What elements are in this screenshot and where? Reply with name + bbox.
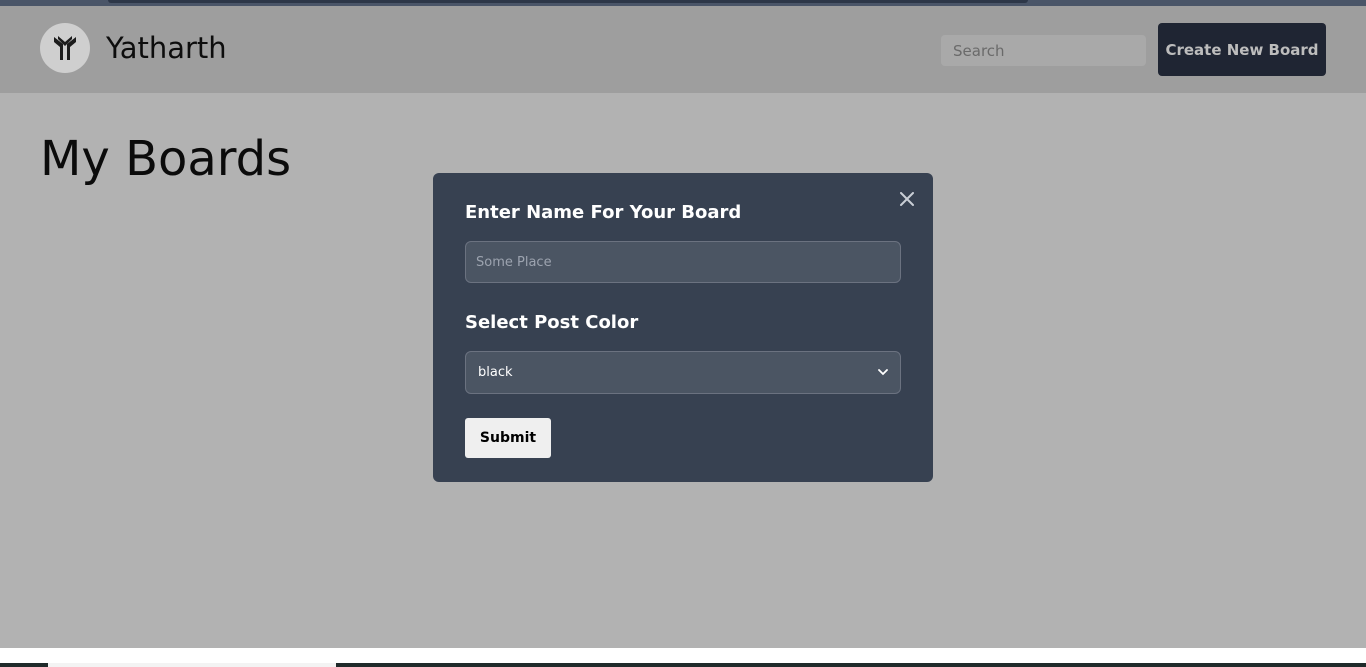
board-name-label: Enter Name For Your Board (465, 202, 742, 223)
post-color-select[interactable]: black (465, 351, 901, 394)
taskbar-tab (48, 663, 336, 667)
create-new-board-button[interactable]: Create New Board (1158, 23, 1326, 76)
board-name-input[interactable] (465, 241, 901, 283)
app-header: Yatharth Create New Board (0, 6, 1366, 93)
logo-mark-icon (54, 36, 76, 60)
post-color-label: Select Post Color (465, 312, 639, 333)
address-bar-edge (108, 0, 1028, 3)
chevron-down-icon (878, 369, 888, 376)
create-board-modal: Enter Name For Your Board Select Post Co… (433, 173, 933, 482)
submit-button[interactable]: Submit (465, 418, 551, 458)
search-input[interactable] (941, 35, 1146, 66)
page-title: My Boards (40, 131, 292, 187)
post-color-selected-value: black (478, 365, 513, 380)
modal-close-button[interactable] (895, 187, 919, 211)
bottom-bar (0, 648, 1366, 663)
logo[interactable] (40, 23, 90, 73)
brand-name: Yatharth (106, 31, 227, 65)
close-icon (900, 192, 914, 206)
